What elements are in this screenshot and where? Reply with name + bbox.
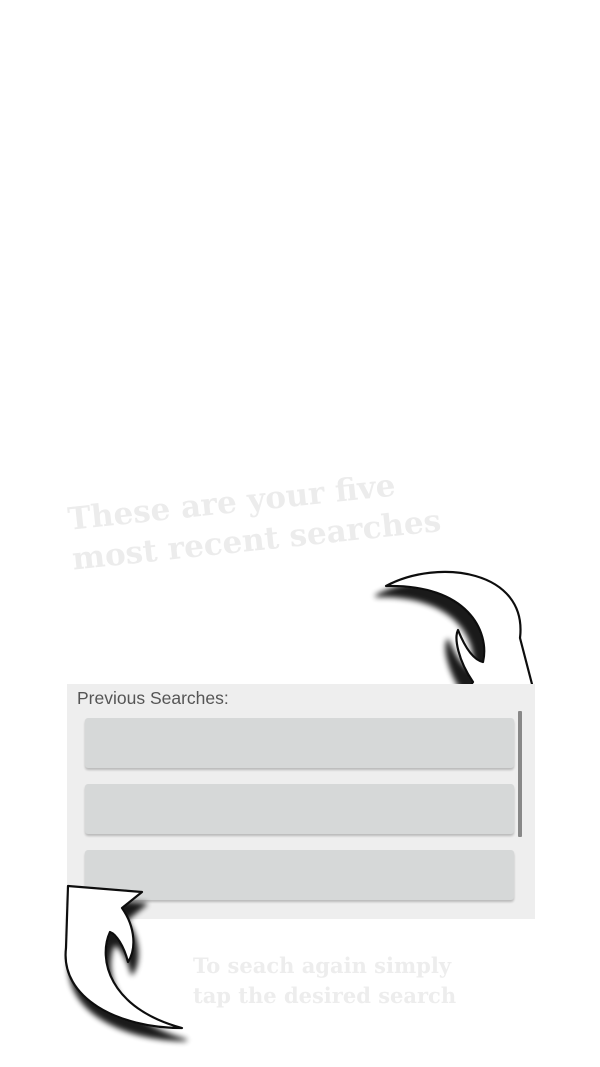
hint-line: tap the desired search [193, 983, 457, 1008]
tap-to-search-hint: To seach again simply tap the desired se… [193, 951, 456, 1011]
scrollbar[interactable] [518, 711, 522, 837]
hint-line: To seach again simply [193, 953, 452, 978]
panel-title: Previous Searches: [77, 688, 229, 708]
search-history-item[interactable] [85, 718, 514, 768]
search-history-item[interactable] [85, 784, 514, 834]
curved-arrow-icon [64, 884, 184, 1030]
tutorial-overlay: These are your five most recent searches… [0, 0, 600, 1067]
